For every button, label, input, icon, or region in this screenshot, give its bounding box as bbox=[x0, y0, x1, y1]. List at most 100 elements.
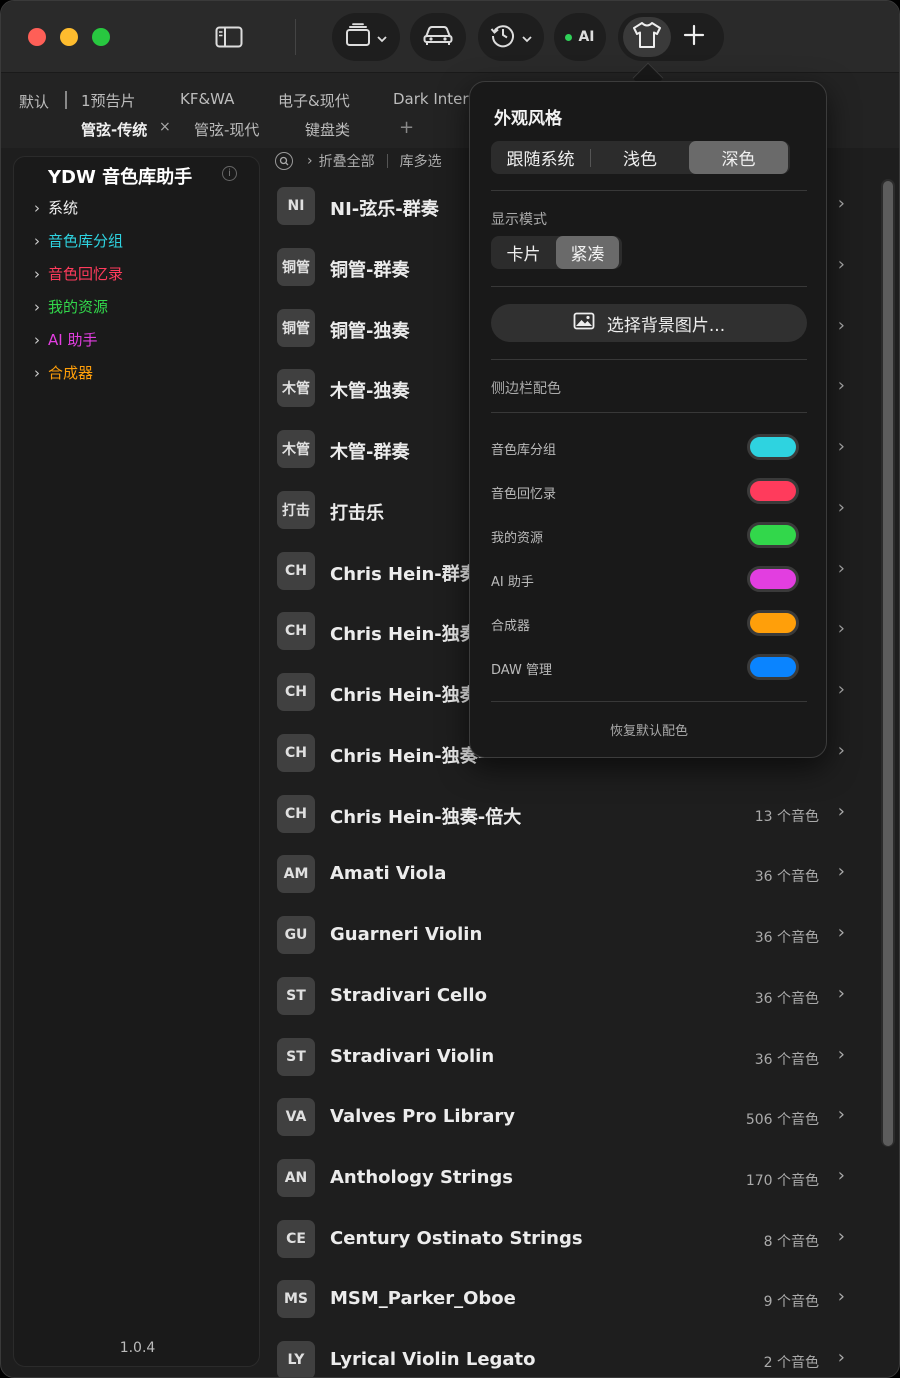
tab-orchestral-traditional[interactable]: 管弦-传统 bbox=[81, 119, 147, 140]
multi-select-button[interactable]: 库多选 bbox=[400, 151, 442, 171]
library-name: Chris Hein-群奏 bbox=[330, 564, 478, 585]
list-item[interactable]: MS MSM_Parker_Oboe 9 个音色 › bbox=[273, 1269, 863, 1329]
library-count: 506 个音色 bbox=[745, 1112, 819, 1128]
library-count: 36 个音色 bbox=[754, 1052, 819, 1068]
list-item[interactable]: VA Valves Pro Library 506 个音色 › bbox=[273, 1087, 863, 1147]
chevron-right-icon: › bbox=[837, 193, 845, 214]
list-item[interactable]: LY Lyrical Violin Legato 2 个音色 › bbox=[273, 1330, 863, 1377]
filter-bar: › 折叠全部 库多选 bbox=[275, 149, 442, 173]
tab-close-icon[interactable]: × bbox=[159, 119, 171, 135]
list-item[interactable]: AM Amati Viola 36 个音色 › bbox=[273, 844, 863, 904]
reset-colors-button[interactable]: 恢复默认配色 bbox=[470, 720, 828, 739]
color-swatch[interactable] bbox=[747, 478, 799, 504]
collapse-all-button[interactable]: 折叠全部 bbox=[319, 151, 375, 171]
list-item[interactable]: CH Chris Hein-独奏-倍大 13 个音色 › bbox=[273, 784, 863, 844]
library-badge: CE bbox=[277, 1220, 315, 1258]
display-mode-label: 显示模式 bbox=[491, 212, 547, 228]
add-tab-icon[interactable]: + bbox=[399, 117, 414, 138]
library-badge: LY bbox=[277, 1341, 315, 1377]
history-menu-button[interactable] bbox=[478, 13, 544, 61]
color-swatch[interactable] bbox=[747, 522, 799, 548]
chevron-right-icon: › bbox=[34, 198, 40, 217]
theme-option-light[interactable]: 浅色 bbox=[591, 141, 689, 174]
divider bbox=[491, 286, 807, 287]
app-version: 1.0.4 bbox=[119, 1340, 156, 1356]
library-badge: 木管 bbox=[277, 430, 315, 468]
list-item[interactable]: CE Century Ostinato Strings 8 个音色 › bbox=[273, 1209, 863, 1269]
stack-menu-button[interactable] bbox=[332, 13, 400, 61]
list-item[interactable]: GU Guarneri Violin 36 个音色 › bbox=[273, 905, 863, 965]
library-count: 8 个音色 bbox=[763, 1234, 819, 1250]
theme-option-system[interactable]: 跟随系统 bbox=[491, 141, 590, 174]
list-item[interactable]: AN Anthology Strings 170 个音色 › bbox=[273, 1148, 863, 1208]
library-badge: 铜管 bbox=[277, 309, 315, 347]
display-option-card[interactable]: 卡片 bbox=[491, 236, 556, 269]
close-window-button[interactable] bbox=[28, 28, 46, 46]
appearance-button[interactable] bbox=[623, 17, 671, 57]
scrollbar-thumb[interactable] bbox=[883, 181, 893, 1146]
library-name: Chris Hein-独奏- bbox=[330, 624, 486, 645]
sidebar-item-label: 合成器 bbox=[48, 364, 94, 382]
sidebar-item-library-groups[interactable]: › 音色库分组 bbox=[34, 230, 123, 251]
tab-orchestral-modern[interactable]: 管弦-现代 bbox=[194, 119, 259, 140]
color-row-daw: DAW 管理 bbox=[491, 654, 807, 682]
library-badge: MS bbox=[277, 1280, 315, 1318]
library-name: MSM_Parker_Oboe bbox=[330, 1288, 516, 1309]
tab-trailer[interactable]: 1预告片 bbox=[81, 90, 136, 111]
chevron-right-icon: › bbox=[837, 1044, 845, 1065]
tab-kfwa[interactable]: KF&WA bbox=[180, 90, 234, 108]
library-name: Anthology Strings bbox=[330, 1167, 513, 1188]
minimize-window-button[interactable] bbox=[60, 28, 78, 46]
plus-icon[interactable] bbox=[683, 24, 705, 50]
library-count: 170 个音色 bbox=[745, 1173, 819, 1189]
tab-electronic-modern[interactable]: 电子&现代 bbox=[278, 90, 350, 111]
library-name: Stradivari Violin bbox=[330, 1046, 495, 1067]
sidebar-item-label: 音色库分组 bbox=[48, 232, 124, 250]
sidebar-item-ai-assistant[interactable]: › AI 助手 bbox=[34, 329, 97, 350]
chevron-right-icon: › bbox=[837, 740, 845, 761]
chevron-down-icon bbox=[522, 28, 532, 47]
library-name: 铜管-独奏 bbox=[330, 321, 410, 342]
sidebar-item-memories[interactable]: › 音色回忆录 bbox=[34, 263, 123, 284]
library-count: 13 个音色 bbox=[754, 809, 819, 825]
sidebar-item-my-resources[interactable]: › 我的资源 bbox=[34, 296, 108, 317]
library-badge: CH bbox=[277, 552, 315, 590]
search-icon[interactable] bbox=[275, 152, 293, 170]
color-swatch[interactable] bbox=[747, 566, 799, 592]
chevron-right-icon: › bbox=[837, 436, 845, 457]
chevron-right-icon: › bbox=[837, 1286, 845, 1307]
chevron-right-icon: › bbox=[837, 254, 845, 275]
chevron-right-icon: › bbox=[34, 330, 40, 349]
chevron-right-icon: › bbox=[837, 1104, 845, 1125]
library-name: Chris Hein-独奏-倍大 bbox=[330, 807, 522, 828]
shirt-icon bbox=[632, 21, 662, 53]
tab-default[interactable]: 默认 bbox=[19, 91, 49, 112]
chevron-right-icon: › bbox=[837, 983, 845, 1004]
choose-background-button[interactable]: 选择背景图片... bbox=[491, 304, 807, 342]
sidebar-item-synths[interactable]: › 合成器 bbox=[34, 362, 93, 383]
stack-icon bbox=[345, 23, 371, 51]
filter-separator bbox=[386, 154, 388, 168]
color-swatch[interactable] bbox=[747, 654, 799, 680]
color-swatch[interactable] bbox=[747, 434, 799, 460]
chevron-right-icon: › bbox=[837, 679, 845, 700]
tab-keyboards[interactable]: 键盘类 bbox=[305, 119, 350, 140]
sidebar-item-system[interactable]: › 系统 bbox=[34, 197, 78, 218]
ai-button[interactable]: AI bbox=[554, 13, 606, 61]
chevron-right-icon: › bbox=[837, 315, 845, 336]
zoom-window-button[interactable] bbox=[92, 28, 110, 46]
list-item[interactable]: ST Stradivari Cello 36 个音色 › bbox=[273, 966, 863, 1026]
library-name: Chris Hein-独奏- bbox=[330, 746, 486, 767]
sidebar-item-label: 我的资源 bbox=[48, 298, 109, 316]
info-icon[interactable]: i bbox=[222, 166, 237, 181]
library-name: Valves Pro Library bbox=[330, 1106, 516, 1127]
theme-option-dark[interactable]: 深色 bbox=[689, 141, 788, 174]
display-option-compact[interactable]: 紧凑 bbox=[556, 236, 619, 269]
color-swatch[interactable] bbox=[747, 610, 799, 636]
sidebar-toggle-icon[interactable] bbox=[209, 21, 249, 53]
chevron-right-icon: › bbox=[837, 1165, 845, 1186]
divider bbox=[491, 701, 807, 702]
tab-dark-interv[interactable]: Dark Interv bbox=[393, 90, 477, 108]
car-button[interactable] bbox=[410, 13, 466, 61]
list-item[interactable]: ST Stradivari Violin 36 个音色 › bbox=[273, 1027, 863, 1087]
